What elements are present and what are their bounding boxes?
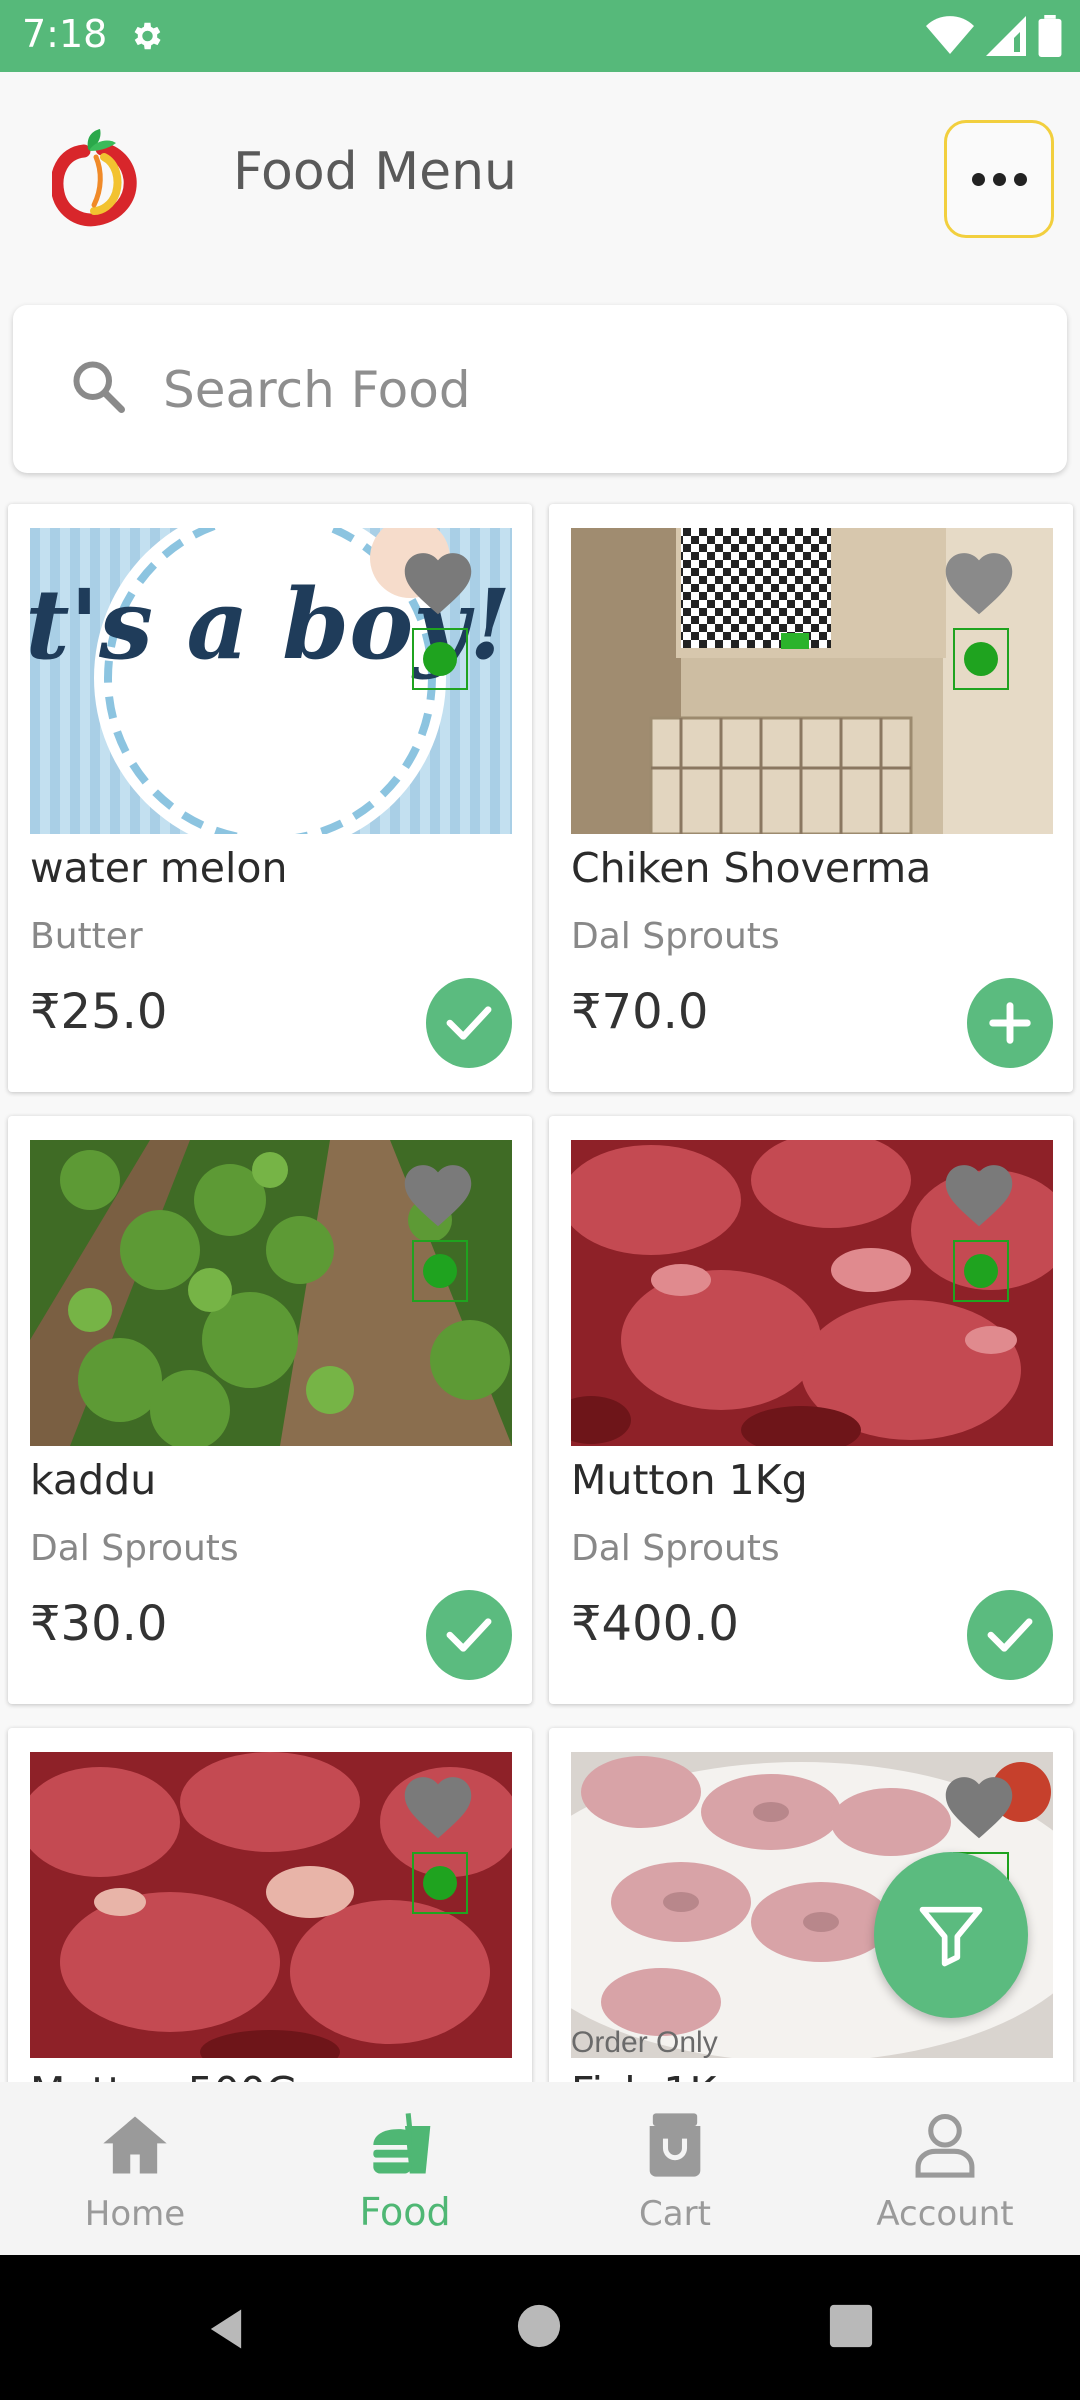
product-name: Chiken Shoverma bbox=[571, 844, 932, 892]
check-icon bbox=[446, 1006, 492, 1040]
check-icon bbox=[446, 1618, 492, 1652]
add-to-cart-button[interactable] bbox=[967, 978, 1053, 1068]
added-check-button[interactable] bbox=[967, 1590, 1053, 1680]
favorite-heart-icon[interactable] bbox=[400, 546, 476, 616]
nav-home-label: Home bbox=[84, 2194, 186, 2234]
nav-food-label: Food bbox=[359, 2190, 451, 2234]
favorite-heart-icon[interactable] bbox=[941, 1770, 1017, 1840]
product-name: Fish 1Kg bbox=[571, 2068, 742, 2082]
more-dots-icon bbox=[971, 172, 985, 186]
search-icon bbox=[73, 361, 125, 413]
wifi-icon bbox=[926, 16, 974, 54]
veg-indicator-icon bbox=[953, 1240, 1009, 1302]
nav-home[interactable]: Home bbox=[0, 2082, 270, 2255]
check-icon bbox=[987, 1618, 1033, 1652]
product-name: kaddu bbox=[30, 1456, 157, 1504]
product-name: Mutton 1Kg bbox=[571, 1456, 808, 1504]
home-circle-icon[interactable] bbox=[516, 2303, 562, 2349]
added-check-button[interactable] bbox=[426, 978, 512, 1068]
veg-indicator-icon bbox=[412, 628, 468, 690]
added-check-button[interactable] bbox=[426, 1590, 512, 1680]
veg-indicator-icon bbox=[412, 1852, 468, 1914]
home-icon bbox=[103, 2116, 167, 2174]
system-navigation-bar bbox=[0, 2255, 1080, 2400]
settings-gear-icon bbox=[134, 22, 161, 50]
nav-food[interactable]: Food bbox=[270, 2082, 540, 2255]
product-card[interactable]: Chiken Shoverma Dal Sprouts ₹70.0 bbox=[549, 504, 1073, 1092]
nav-cart[interactable]: Cart bbox=[540, 2082, 810, 2255]
status-bar: 7:18 bbox=[0, 0, 1080, 72]
page-title: Food Menu bbox=[233, 142, 517, 202]
favorite-heart-icon[interactable] bbox=[941, 546, 1017, 616]
product-price: ₹30.0 bbox=[30, 1596, 168, 1652]
filter-icon bbox=[919, 1906, 983, 1967]
favorite-heart-icon[interactable] bbox=[400, 1158, 476, 1228]
more-dots-icon bbox=[1013, 172, 1027, 186]
bottom-navigation: Home Food Cart Account bbox=[0, 2082, 1080, 2255]
product-category: Butter bbox=[30, 916, 143, 957]
more-dots-icon bbox=[992, 172, 1006, 186]
product-category: Dal Sprouts bbox=[571, 916, 780, 957]
more-options-button[interactable] bbox=[944, 120, 1054, 238]
favorite-heart-icon[interactable] bbox=[941, 1158, 1017, 1228]
status-time: 7:18 bbox=[22, 12, 108, 56]
product-price: ₹25.0 bbox=[30, 984, 168, 1040]
cellular-signal-icon bbox=[986, 16, 1026, 56]
favorite-heart-icon[interactable] bbox=[400, 1770, 476, 1840]
product-price: ₹70.0 bbox=[571, 984, 709, 1040]
back-icon[interactable] bbox=[200, 2303, 252, 2355]
product-grid: it's a boy! water melon Butter ₹25.0 Chi… bbox=[0, 480, 1080, 2082]
app-logo-icon bbox=[52, 129, 137, 227]
veg-indicator-icon bbox=[953, 628, 1009, 690]
image-caption: Order Only bbox=[571, 2026, 718, 2058]
search-input[interactable]: Search Food bbox=[163, 361, 471, 419]
product-card[interactable]: Mutton 500Gm bbox=[8, 1728, 532, 2082]
product-card[interactable]: it's a boy! water melon Butter ₹25.0 bbox=[8, 504, 532, 1092]
product-name: water melon bbox=[30, 844, 288, 892]
nav-account[interactable]: Account bbox=[810, 2082, 1080, 2255]
product-price: ₹400.0 bbox=[571, 1596, 739, 1652]
product-category: Dal Sprouts bbox=[30, 1528, 239, 1569]
cart-icon bbox=[649, 2113, 701, 2177]
plus-icon bbox=[989, 1002, 1031, 1044]
account-icon bbox=[915, 2113, 975, 2178]
filter-button[interactable] bbox=[874, 1852, 1028, 2018]
veg-indicator-icon bbox=[412, 1240, 468, 1302]
battery-icon bbox=[1038, 15, 1062, 57]
nav-cart-label: Cart bbox=[639, 2194, 711, 2234]
food-icon bbox=[373, 2113, 431, 2174]
search-bar[interactable]: Search Food bbox=[13, 305, 1067, 473]
recents-square-icon[interactable] bbox=[828, 2303, 874, 2349]
product-card[interactable]: Mutton 1Kg Dal Sprouts ₹400.0 bbox=[549, 1116, 1073, 1704]
product-card[interactable]: kaddu Dal Sprouts ₹30.0 bbox=[8, 1116, 532, 1704]
app-bar: Food Menu bbox=[0, 72, 1080, 282]
nav-account-label: Account bbox=[876, 2194, 1014, 2234]
product-name: Mutton 500Gm bbox=[30, 2068, 338, 2082]
product-category: Dal Sprouts bbox=[571, 1528, 780, 1569]
